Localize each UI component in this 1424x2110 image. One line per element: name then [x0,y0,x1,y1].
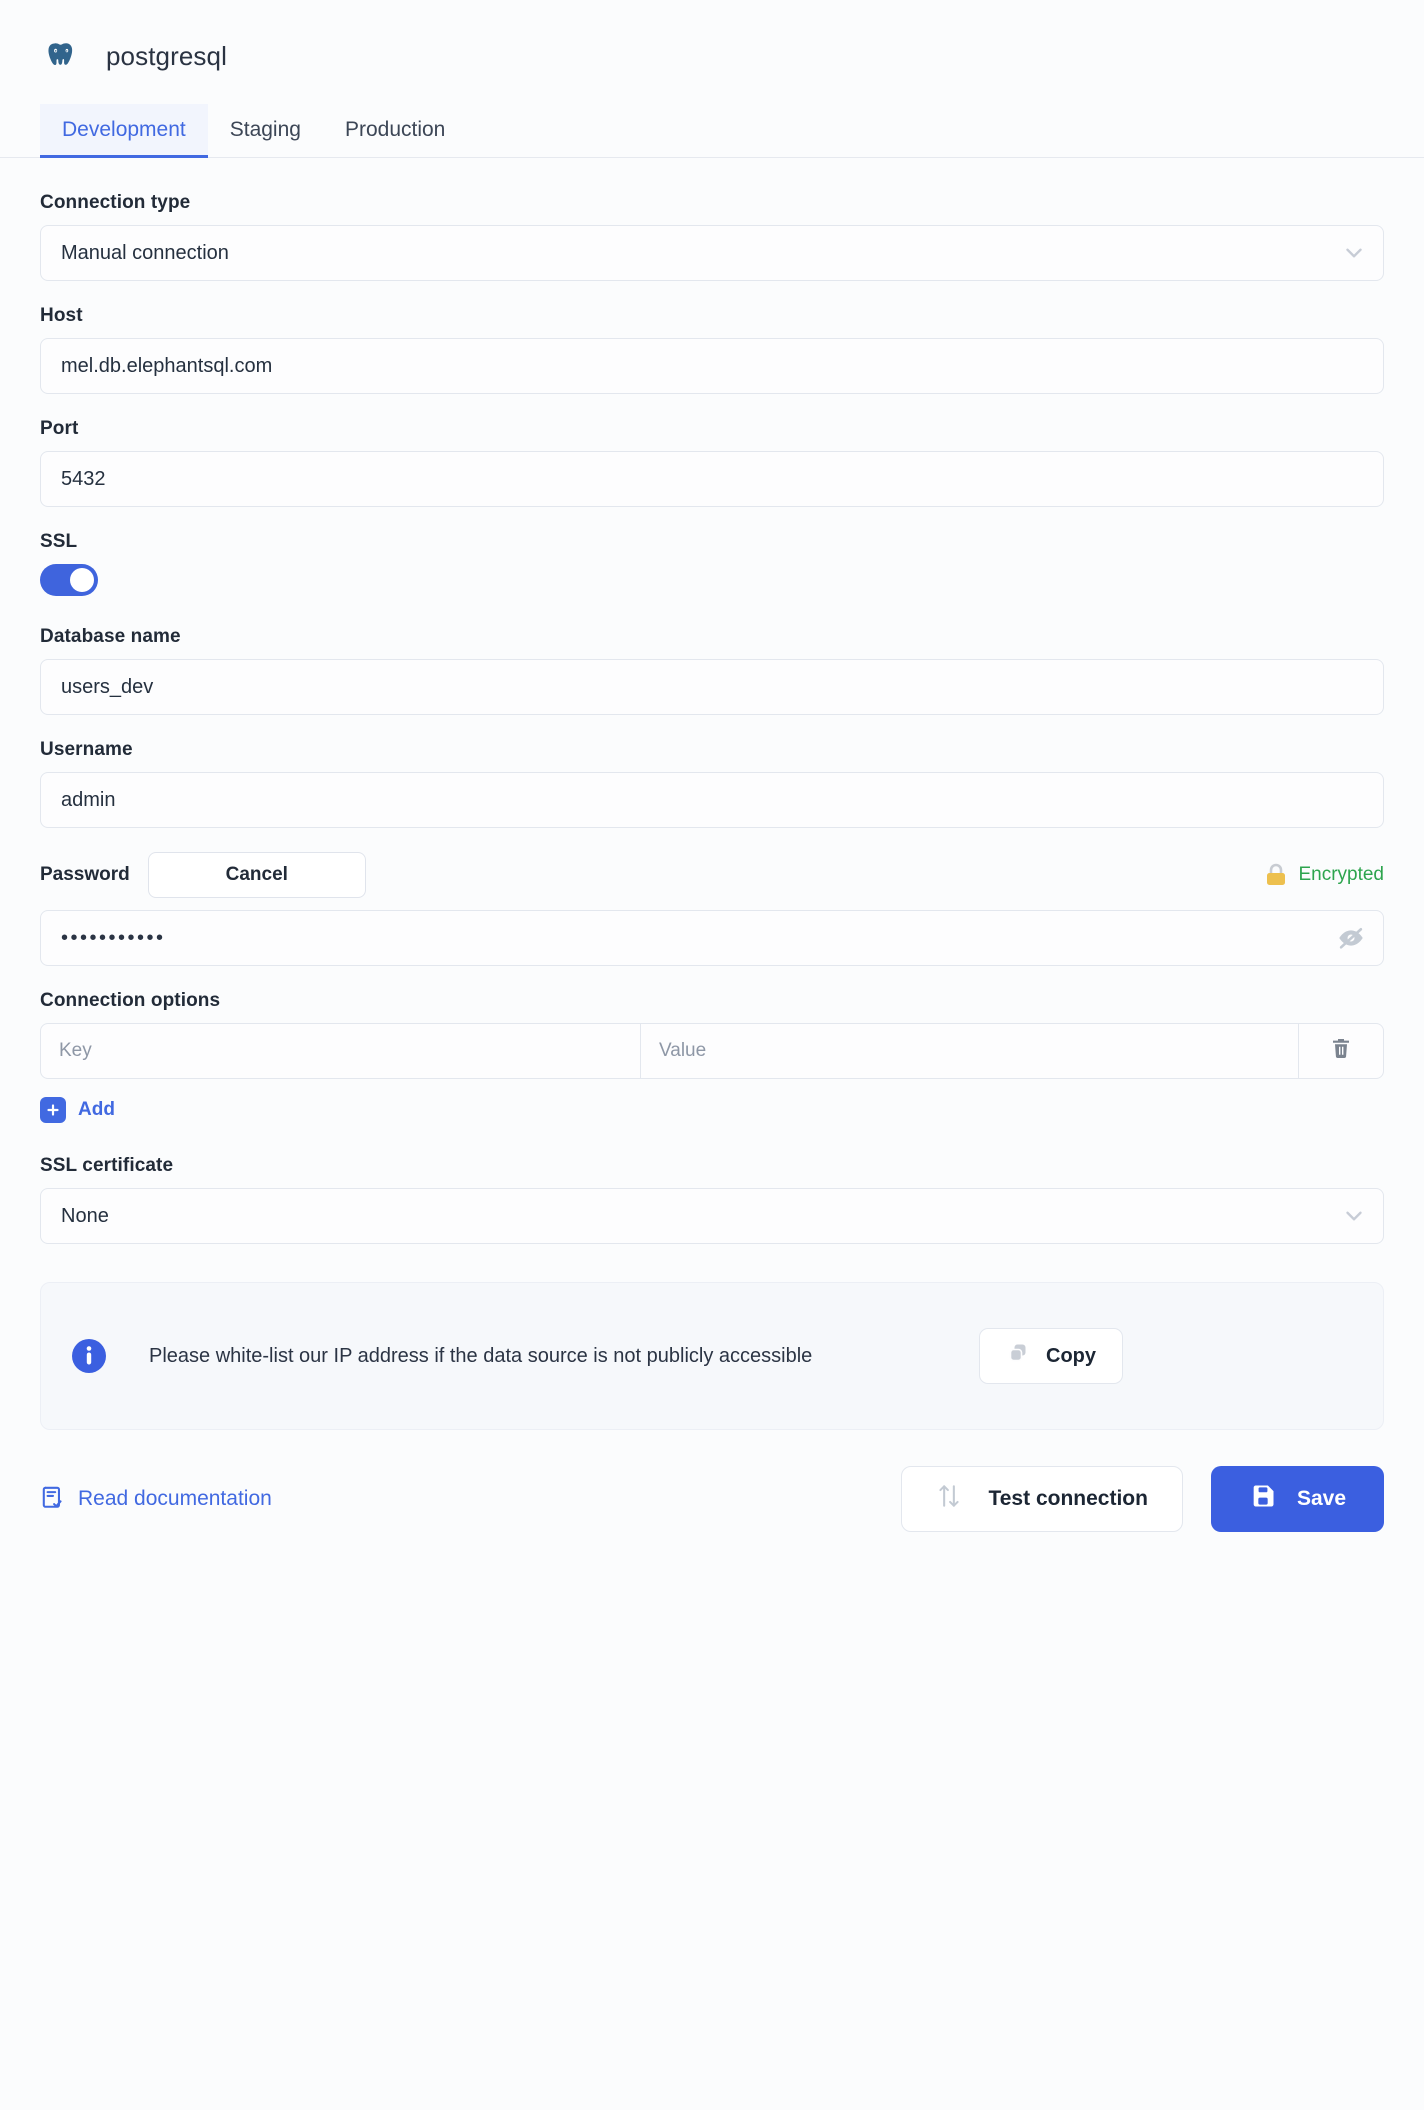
arrows-up-down-icon [936,1482,962,1516]
connection-type-field: Connection type Manual connection [40,192,1384,281]
host-input[interactable]: mel.db.elephantsql.com [40,338,1384,394]
ssl-label: SSL [40,531,78,552]
add-option-label: Add [78,1099,115,1120]
connection-options-label: Connection options [40,990,221,1011]
chevron-down-icon [1341,240,1367,266]
password-field: Password Cancel Encrypted ••••••••••• [40,852,1384,966]
port-input[interactable]: 5432 [40,451,1384,507]
connection-options-field: Connection options Key Value Add [40,990,1384,1123]
port-field: Port 5432 [40,418,1384,507]
host-value: mel.db.elephantsql.com [61,354,273,377]
ssl-certificate-select[interactable]: None [40,1188,1384,1244]
info-icon [69,1336,109,1376]
ssl-toggle-knob [70,568,94,592]
page-footer: Read documentation Test connection Save [40,1430,1384,1532]
tab-production[interactable]: Production [323,104,467,158]
ssl-certificate-field: SSL certificate None [40,1155,1384,1244]
database-name-label: Database name [40,626,181,647]
footer-actions: Test connection Save [901,1466,1384,1532]
encrypted-badge: Encrypted [1265,863,1384,887]
ssl-field: SSL [40,531,1384,596]
copy-label: Copy [1046,1344,1096,1367]
username-label: Username [40,739,133,760]
floppy-disk-icon [1249,1482,1277,1516]
copy-icon [1006,1341,1030,1371]
tab-development[interactable]: Development [40,103,208,158]
host-field: Host mel.db.elephantsql.com [40,305,1384,394]
database-name-field: Database name users_dev [40,626,1384,715]
lock-icon [1265,863,1287,887]
port-label: Port [40,418,79,439]
environment-tabs: Development Staging Production [0,88,1424,158]
read-documentation-link[interactable]: Read documentation [40,1484,272,1515]
connection-settings-page: postgresql Development Staging Productio… [0,0,1424,2110]
ip-whitelist-info-panel: Please white-list our IP address if the … [40,1282,1384,1430]
connection-options-table: Key Value [40,1023,1384,1079]
page-title: postgresql [106,40,227,71]
connection-type-select[interactable]: Manual connection [40,225,1384,281]
chevron-down-icon [1341,1203,1367,1229]
encrypted-label: Encrypted [1298,864,1384,885]
document-check-icon [40,1484,66,1515]
password-cancel-button[interactable]: Cancel [147,852,366,898]
save-label: Save [1296,1487,1346,1510]
option-key-input[interactable]: Key [41,1024,641,1078]
add-option-button[interactable]: Add [40,1097,115,1123]
eye-off-icon[interactable] [1337,924,1365,952]
ssl-certificate-label: SSL certificate [40,1155,174,1176]
password-label: Password [40,864,130,885]
page-header: postgresql [0,0,1424,88]
save-button[interactable]: Save [1210,1466,1384,1532]
password-header-row: Password Cancel Encrypted [40,852,1384,898]
connection-type-label: Connection type [40,192,191,213]
password-header-left: Password Cancel [40,852,366,898]
plus-icon [40,1097,66,1123]
password-input[interactable]: ••••••••••• [40,910,1384,966]
read-documentation-label: Read documentation [78,1487,272,1510]
option-delete-button[interactable] [1299,1024,1383,1078]
connection-form: Connection type Manual connection Host m… [0,158,1424,1430]
ssl-toggle[interactable] [40,564,98,596]
ip-whitelist-message: Please white-list our IP address if the … [149,1344,813,1367]
option-value-input[interactable]: Value [641,1024,1299,1078]
tab-staging[interactable]: Staging [208,104,323,158]
trash-icon [1329,1036,1353,1066]
username-value: admin [61,788,116,811]
database-name-input[interactable]: users_dev [40,659,1384,715]
username-input[interactable]: admin [40,772,1384,828]
connection-type-value: Manual connection [61,241,229,264]
copy-ip-button[interactable]: Copy [979,1328,1123,1384]
ssl-certificate-value: None [61,1204,109,1227]
test-connection-label: Test connection [988,1487,1148,1510]
password-value: ••••••••••• [61,926,166,949]
test-connection-button[interactable]: Test connection [901,1466,1183,1532]
port-value: 5432 [61,467,106,490]
database-name-value: users_dev [61,675,154,698]
host-label: Host [40,305,83,326]
postgres-elephant-icon [40,34,84,78]
username-field: Username admin [40,739,1384,828]
